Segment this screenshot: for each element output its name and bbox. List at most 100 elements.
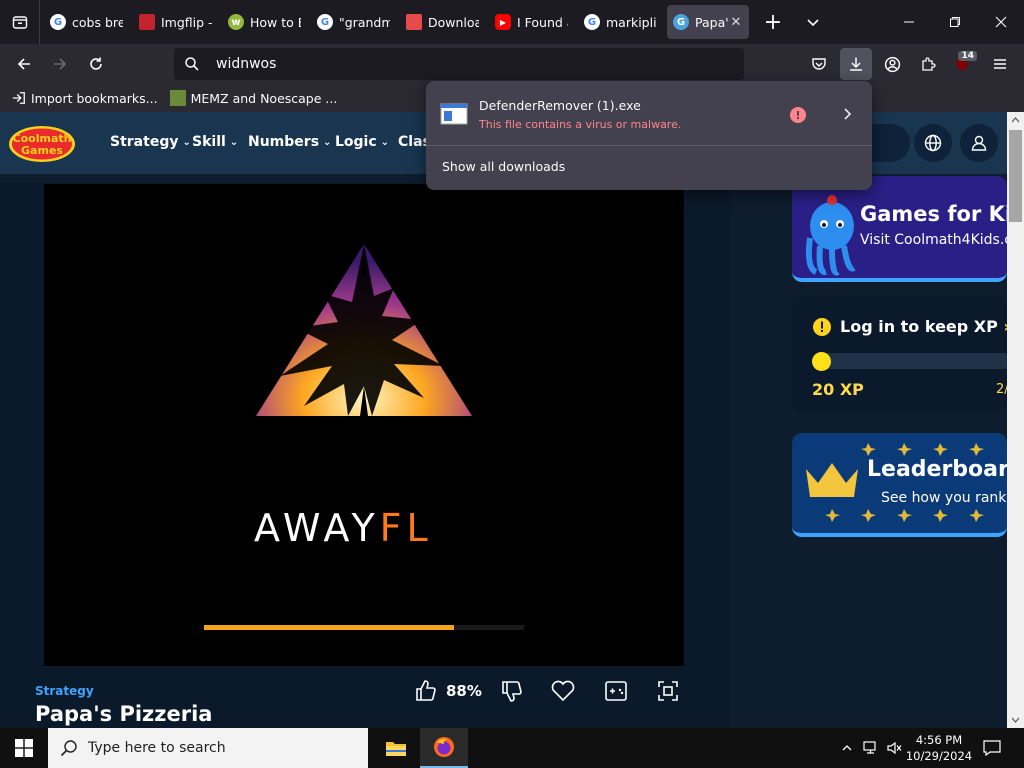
download-item[interactable]: DefenderRemover (1).exe This file contai… xyxy=(430,87,868,143)
coolmath-logo[interactable]: Coolmath Games xyxy=(8,124,76,164)
nav-label: Skill xyxy=(192,134,226,150)
nav-strategy[interactable]: Strategy ⌄ xyxy=(110,134,191,150)
favorite-button[interactable] xyxy=(550,676,576,706)
coolmath4kids-card[interactable]: Games for Kids Visit Coolmath4Kids.com xyxy=(792,176,1007,282)
octopus-mascot-icon xyxy=(805,195,856,276)
globe-icon xyxy=(924,134,942,152)
speaker-muted-icon xyxy=(887,741,902,755)
tab-7-active[interactable]: G Papa's ✕ xyxy=(667,5,749,39)
chevron-down-icon: ⌄ xyxy=(323,136,332,148)
back-button[interactable] xyxy=(7,47,41,81)
hamburger-menu-icon xyxy=(994,59,1006,69)
bookmark-label: Import bookmarks... xyxy=(31,90,158,106)
extensions-badge: 14 xyxy=(958,51,977,61)
profile-button[interactable] xyxy=(960,124,998,162)
close-window-button[interactable] xyxy=(978,0,1024,44)
list-all-tabs-button[interactable] xyxy=(0,0,40,44)
leaderboards-title: Leaderboards xyxy=(867,457,1007,482)
tab-title: I Found a xyxy=(517,14,568,30)
nav-logic[interactable]: Logic ⌄ xyxy=(335,134,389,150)
leaderboards-subtitle: See how you rank! xyxy=(881,490,1007,506)
game-area: AWAYFL Strategy Papa's Pizzeria 88% xyxy=(0,182,730,728)
forward-button[interactable] xyxy=(43,47,77,81)
xp-progress-track xyxy=(812,353,1007,369)
notifications-button[interactable] xyxy=(978,728,1006,768)
url-text[interactable]: widnwos xyxy=(216,56,276,72)
scrollbar-thumb[interactable] xyxy=(1009,130,1022,222)
wikihow-icon: w xyxy=(228,14,244,30)
ublock-extension-button[interactable]: 14 xyxy=(946,48,978,80)
controls-button[interactable] xyxy=(604,676,628,706)
tab-5[interactable]: ▶ I Found a xyxy=(489,5,574,39)
windows-logo-icon xyxy=(15,739,33,757)
chevron-right-icon[interactable] xyxy=(838,105,856,123)
stars-pattern-icon xyxy=(806,443,984,522)
language-button[interactable] xyxy=(914,124,952,162)
tab-title: "grandm xyxy=(339,14,390,30)
warning-icon: ! xyxy=(790,107,806,123)
thumbs-up-icon xyxy=(416,680,436,701)
game-title: Papa's Pizzeria xyxy=(35,702,213,726)
show-all-downloads-link[interactable]: Show all downloads xyxy=(442,159,565,174)
bookmark-memz[interactable]: MEMZ and Noescape ... xyxy=(169,90,337,106)
notification-icon xyxy=(983,740,1001,756)
restore-icon xyxy=(950,17,960,27)
search-icon xyxy=(185,57,199,71)
fullscreen-icon xyxy=(658,681,678,701)
tab-close-icon[interactable]: ✕ xyxy=(729,15,743,30)
show-hidden-icons-button[interactable] xyxy=(838,728,856,768)
xp-card[interactable]: Log in to keep XP › 20 XP 2/ xyxy=(792,297,1007,413)
downloads-button[interactable] xyxy=(840,48,872,80)
fullscreen-button[interactable] xyxy=(656,676,680,706)
tab-4[interactable]: Downloa xyxy=(400,5,485,39)
google-g-icon: G xyxy=(50,14,66,30)
navigation-toolbar: widnwos 14 xyxy=(0,44,1024,84)
restore-button[interactable] xyxy=(932,0,978,44)
clock-date: 10/29/2024 xyxy=(905,749,973,763)
downloads-panel: DefenderRemover (1).exe This file contai… xyxy=(426,81,872,190)
url-bar[interactable]: widnwos xyxy=(174,48,744,80)
bookmark-import[interactable]: Import bookmarks... xyxy=(12,91,158,106)
taskbar-file-explorer[interactable] xyxy=(372,728,420,768)
nav-skill[interactable]: Skill ⌄ xyxy=(192,134,238,150)
game-category-link[interactable]: Strategy xyxy=(35,684,94,698)
tab-3[interactable]: G "grandm xyxy=(311,5,396,39)
taskbar-clock[interactable]: 4:56 PM 10/29/2024 xyxy=(904,732,974,764)
taskbar-firefox[interactable] xyxy=(420,728,468,768)
user-icon xyxy=(971,135,987,151)
new-tab-button[interactable]: + xyxy=(753,5,793,39)
game-canvas[interactable]: AWAYFL xyxy=(44,184,684,666)
pocket-button[interactable] xyxy=(803,48,835,80)
tab-2[interactable]: w How to E xyxy=(222,5,307,39)
arrow-left-icon xyxy=(17,58,30,70)
tab-title: How to E xyxy=(250,14,301,30)
dislike-button[interactable] xyxy=(500,676,524,706)
chevron-down-icon: ⌄ xyxy=(380,136,390,148)
page-scrollbar[interactable] xyxy=(1007,112,1024,728)
tab-6[interactable]: G markiplie xyxy=(578,5,663,39)
tab-1[interactable]: Imgflip - xyxy=(133,5,218,39)
account-button[interactable] xyxy=(876,48,908,80)
reload-button[interactable] xyxy=(79,47,113,81)
network-tray-icon[interactable] xyxy=(860,728,882,768)
app-menu-button[interactable] xyxy=(984,48,1016,80)
firefox-icon xyxy=(434,737,454,757)
chevron-down-icon xyxy=(807,19,819,27)
nav-numbers[interactable]: Numbers ⌄ xyxy=(248,134,331,150)
kids-card-title: Games for Kids xyxy=(860,202,1007,226)
chevron-down-icon: ⌄ xyxy=(182,136,191,148)
volume-tray-icon[interactable] xyxy=(884,728,906,768)
tab-0[interactable]: G cobs bre xyxy=(44,5,129,39)
minimize-button[interactable] xyxy=(886,0,932,44)
taskbar-search-box[interactable]: Type here to search xyxy=(48,728,368,768)
awayfl-logo-icon xyxy=(256,244,472,416)
start-button[interactable] xyxy=(0,728,48,768)
like-button[interactable]: 88% xyxy=(414,676,482,706)
kids-card-subtitle: Visit Coolmath4Kids.com xyxy=(860,232,1007,248)
leaderboards-card[interactable]: Leaderboards See how you rank! xyxy=(792,433,1007,537)
download-icon xyxy=(850,57,862,71)
tab-overflow-button[interactable] xyxy=(793,5,833,39)
clock-time: 4:56 PM xyxy=(915,733,963,747)
scroll-down-icon xyxy=(1011,717,1020,723)
extensions-button[interactable] xyxy=(912,48,944,80)
